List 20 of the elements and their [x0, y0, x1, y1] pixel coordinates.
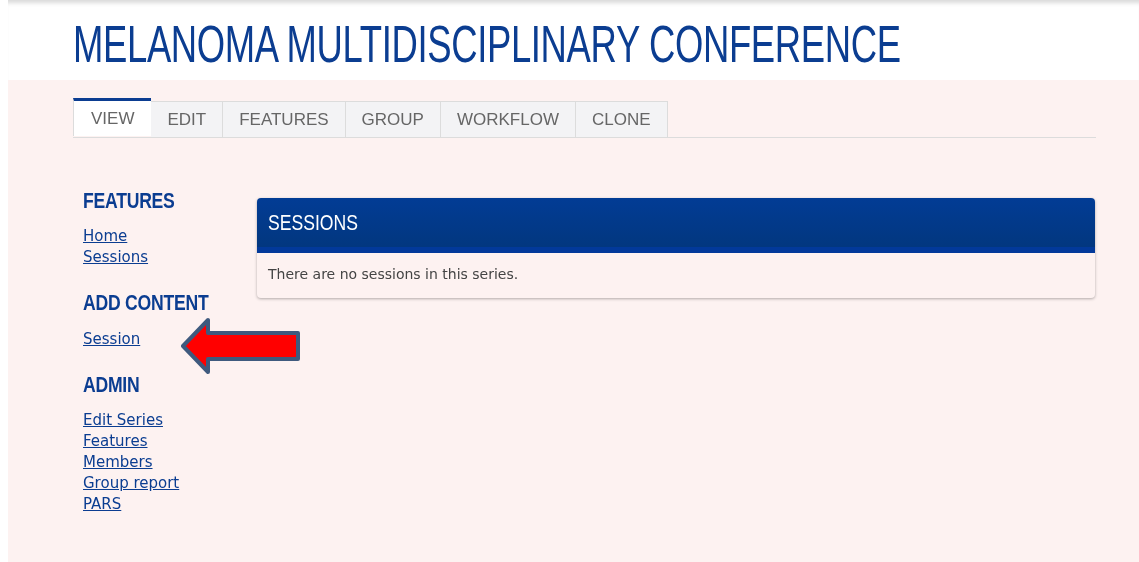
sidebar-link[interactable]: Home — [83, 226, 128, 248]
sidebar-link[interactable]: Members — [83, 452, 153, 474]
sidebar-link[interactable]: Sessions — [83, 247, 149, 269]
tab[interactable]: WORKFLOW — [440, 101, 576, 137]
sidebar-link[interactable]: PARS — [83, 494, 122, 516]
section-heading: ADD CONTENT — [83, 290, 209, 317]
tab[interactable]: GROUP — [345, 101, 441, 137]
section-heading: FEATURES — [83, 188, 175, 215]
empty-message: There are no sessions in this series. — [268, 266, 519, 282]
tab[interactable]: VIEW — [73, 98, 152, 136]
sidebar-link[interactable]: Edit Series — [83, 410, 163, 432]
tab[interactable]: FEATURES — [223, 101, 346, 137]
sidebar-link[interactable]: Features — [83, 431, 148, 453]
panel-title: SESSIONS — [268, 209, 358, 236]
section-heading: ADMIN — [83, 371, 140, 399]
page-title: MELANOMA MULTIDISCIPLINARY CONFERENCE — [73, 15, 901, 74]
sidebar-link[interactable]: Session — [83, 328, 141, 350]
tab[interactable]: CLONE — [575, 101, 668, 137]
tab[interactable]: EDIT — [151, 101, 224, 137]
sidebar-link[interactable]: Group report — [83, 473, 180, 495]
